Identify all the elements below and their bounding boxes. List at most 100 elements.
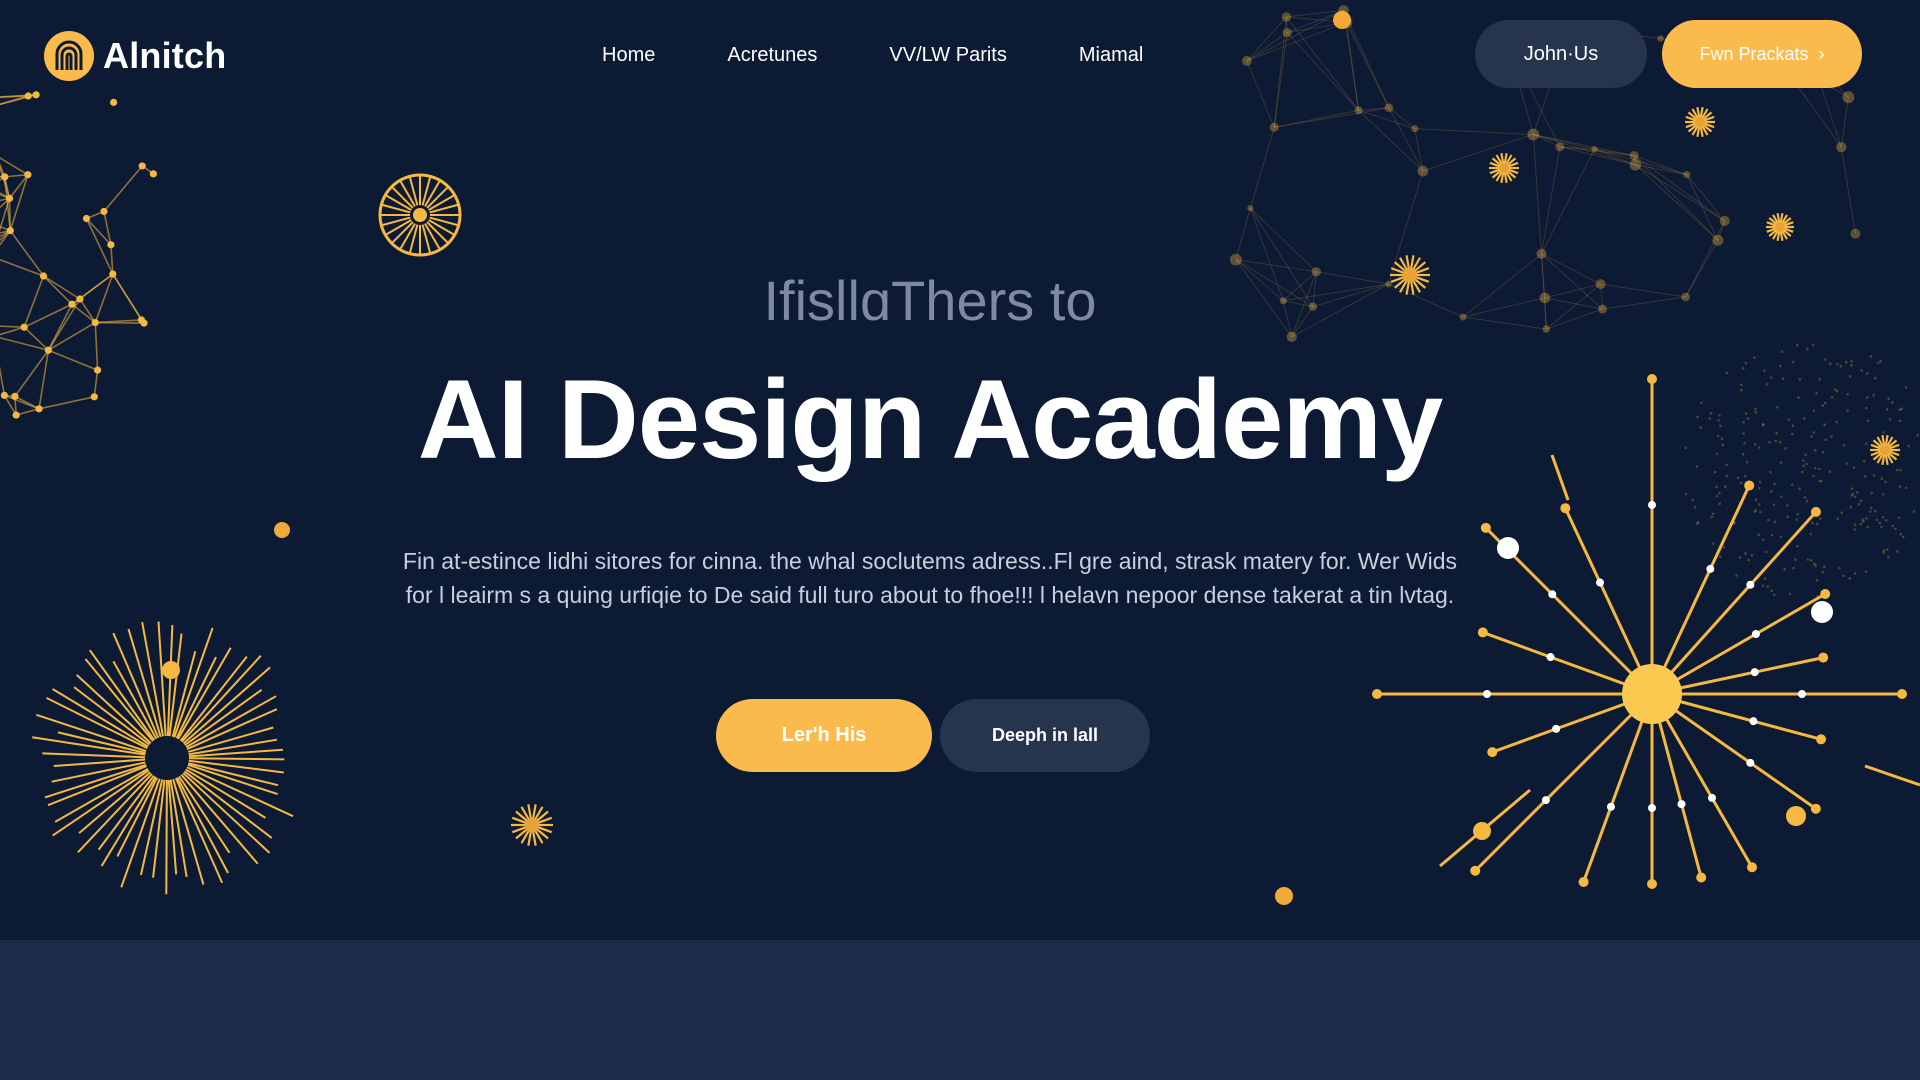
starburst-mid-node: [1746, 580, 1755, 589]
glow-particle: [1857, 502, 1861, 506]
glow-particle: [1875, 518, 1879, 522]
glow-particle: [1773, 520, 1777, 524]
network-node: [1719, 215, 1730, 226]
glow-particle: [1849, 505, 1852, 509]
starburst-mid-node: [1677, 800, 1686, 809]
glow-particle: [1780, 350, 1784, 354]
network-edge: [1246, 21, 1347, 62]
starburst-tip: [1470, 865, 1481, 876]
glow-particle: [1738, 556, 1742, 559]
glow-particle: [1848, 577, 1852, 580]
glow-particle: [1891, 401, 1894, 404]
starburst-ray: [1582, 693, 1654, 883]
glow-particle: [1815, 578, 1819, 582]
glow-particle: [1872, 394, 1875, 397]
glow-particle: [1869, 510, 1872, 513]
glow-particle: [1796, 544, 1799, 548]
nav-item-home[interactable]: Home: [602, 44, 655, 67]
glow-particle: [1864, 570, 1868, 573]
network-node: [1384, 103, 1394, 113]
network-edge: [1388, 107, 1416, 129]
network-node: [1241, 56, 1252, 66]
glow-particle: [1722, 545, 1726, 549]
glow-particle: [1779, 535, 1783, 539]
network-node: [1629, 159, 1642, 171]
starburst-mid-node: [1596, 578, 1605, 587]
network-node: [1629, 151, 1639, 161]
glow-particle: [1878, 521, 1882, 525]
glow-particle: [1693, 506, 1697, 509]
glow-particle: [1842, 574, 1845, 578]
glow-particle: [1763, 577, 1767, 580]
spark-core: [1879, 444, 1891, 456]
starburst-tip: [1820, 589, 1831, 599]
network-edge: [1286, 32, 1359, 111]
glow-particle: [1885, 518, 1888, 522]
glow-particle: [1896, 550, 1899, 553]
glow-particle: [1866, 372, 1869, 375]
glow-particle: [1907, 444, 1910, 448]
glow-particle: [1822, 565, 1826, 569]
starburst-tip: [1810, 803, 1821, 814]
glow-particle: [1809, 559, 1813, 562]
join-us-label: John·Us: [1523, 42, 1599, 65]
glow-particle: [1873, 376, 1877, 380]
network-node: [1527, 128, 1540, 141]
glow-particle: [1866, 419, 1870, 423]
glow-particle: [1855, 491, 1859, 494]
glow-particle: [1794, 558, 1797, 561]
brand-logo[interactable]: Alnitch: [43, 30, 226, 82]
network-node: [1850, 228, 1861, 239]
glow-particle: [1865, 442, 1868, 446]
nav-item-acretunes[interactable]: Acretunes: [727, 44, 817, 67]
glow-particle: [1895, 468, 1899, 472]
hero-primary-button[interactable]: Ler'h His: [716, 699, 932, 772]
network-edge: [1246, 60, 1275, 128]
glow-particle: [1821, 570, 1825, 574]
glow-particle: [1805, 499, 1809, 503]
glow-particle: [1887, 397, 1890, 401]
glow-particle: [1795, 343, 1799, 347]
glow-particle: [1904, 386, 1908, 389]
chevron-right-icon: ›: [1818, 43, 1825, 64]
glow-particle: [1898, 419, 1902, 423]
glow-particle: [1818, 517, 1822, 520]
glow-particle: [1864, 406, 1868, 410]
sphere-node: [24, 171, 32, 179]
starburst-tip: [1816, 734, 1827, 745]
sphere-edge: [0, 157, 29, 176]
network-node: [1282, 27, 1292, 38]
starburst-mid-node: [1648, 501, 1656, 509]
glow-particle: [1757, 533, 1761, 537]
glow-particle: [1803, 496, 1807, 499]
sphere-node: [149, 170, 157, 178]
nav-item-miamal[interactable]: Miamal: [1079, 44, 1143, 67]
sphere-node: [82, 214, 91, 223]
glow-particle: [1897, 516, 1901, 520]
glow-particle: [1916, 433, 1919, 437]
glow-particle: [1876, 361, 1880, 365]
burst-ray: [73, 686, 151, 746]
glow-particle: [1795, 518, 1798, 521]
glow-particle: [1765, 550, 1768, 554]
hero-eyebrow: IfisllɑThers to: [763, 269, 1097, 332]
glow-particle: [1880, 477, 1884, 481]
hero-description: Fin at-estince lidhi sitores for cinna. …: [402, 548, 1458, 608]
glow-particle: [1757, 486, 1761, 490]
glow-particle: [1811, 521, 1814, 525]
header-primary-button[interactable]: Fwn Prackats ›: [1662, 20, 1862, 88]
glow-particle: [1761, 584, 1765, 587]
lower-section: [0, 940, 1920, 1080]
glow-particle: [1859, 499, 1863, 503]
burst-ray: [77, 773, 153, 853]
join-us-button[interactable]: John·Us: [1475, 20, 1647, 88]
starburst-gold-node: [1786, 806, 1806, 826]
nav-item-parits[interactable]: VV/LW Parits: [889, 44, 1006, 67]
sphere-node: [24, 92, 32, 100]
header-primary-label: Fwn Prackats: [1699, 43, 1809, 64]
network-node: [1281, 12, 1292, 22]
network-edge: [1246, 16, 1287, 62]
network-edge: [1594, 148, 1687, 176]
hero-secondary-button[interactable]: Deeph in lall: [940, 699, 1150, 772]
glow-particle: [1796, 512, 1800, 516]
